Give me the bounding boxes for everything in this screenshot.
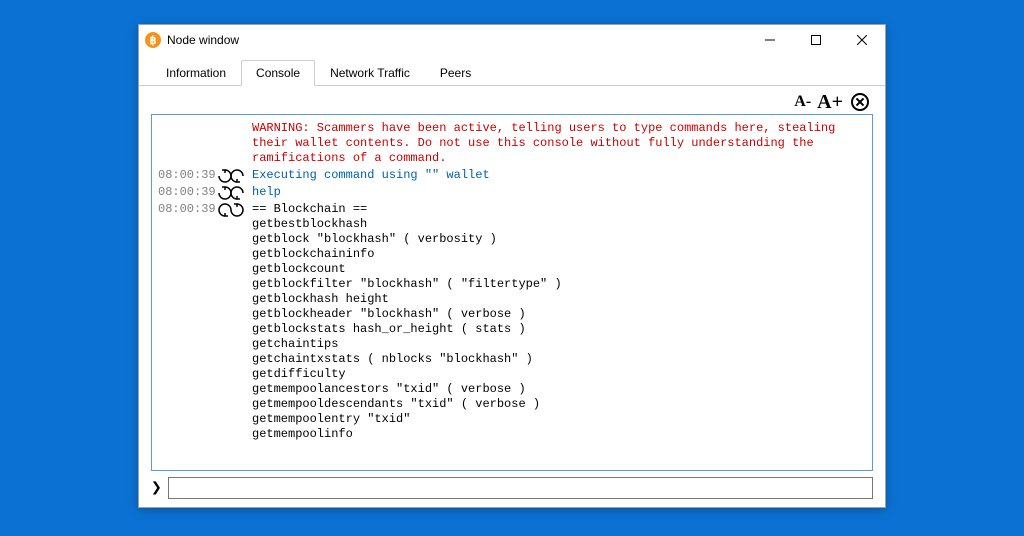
console-output[interactable]: 00:00:00 WARNING: Scammers have been act… (152, 115, 872, 470)
close-button[interactable] (839, 25, 885, 55)
console-output-frame: 00:00:00 WARNING: Scammers have been act… (151, 114, 873, 471)
font-decrease-button[interactable]: A- (792, 94, 813, 110)
maximize-button[interactable] (793, 25, 839, 55)
prompt-icon: ❯ (151, 479, 162, 497)
font-increase-button[interactable]: A+ (815, 92, 845, 112)
request-icon (218, 185, 252, 200)
console-message: Executing command using "" wallet (252, 168, 866, 183)
tab-peers[interactable]: Peers (425, 60, 486, 86)
clear-console-button[interactable] (851, 93, 869, 111)
window-title: Node window (167, 33, 239, 47)
tab-information[interactable]: Information (151, 60, 241, 86)
font-controls: A- A+ (151, 90, 873, 114)
console-row: 08:00:39 == Blockchain == getbestblockha… (158, 202, 866, 442)
response-icon (218, 202, 252, 217)
node-window: ฿ Node window Information Console Networ… (138, 24, 886, 508)
tabs: Information Console Network Traffic Peer… (139, 55, 885, 86)
minimize-button[interactable] (747, 25, 793, 55)
bitcoin-icon: ฿ (145, 32, 161, 48)
console-row: 08:00:39 Executing command using "" wall… (158, 168, 866, 183)
tab-network-traffic[interactable]: Network Traffic (315, 60, 425, 86)
console-message: == Blockchain == getbestblockhash getblo… (252, 202, 866, 442)
request-icon (218, 168, 252, 183)
timestamp: 08:00:39 (158, 185, 218, 200)
console-row: 08:00:39 help (158, 185, 866, 200)
timestamp: 08:00:39 (158, 168, 218, 183)
console-input[interactable] (168, 477, 873, 499)
console-panel: A- A+ 00:00:00 WARNING: Scammers have be… (139, 86, 885, 471)
console-input-row: ❯ (139, 471, 885, 507)
console-warning-row: 00:00:00 WARNING: Scammers have been act… (158, 121, 866, 166)
titlebar: ฿ Node window (139, 25, 885, 55)
tab-console[interactable]: Console (241, 60, 315, 86)
timestamp: 08:00:39 (158, 202, 218, 217)
warning-text: WARNING: Scammers have been active, tell… (252, 121, 866, 166)
console-message: help (252, 185, 866, 200)
window-controls (747, 25, 885, 55)
